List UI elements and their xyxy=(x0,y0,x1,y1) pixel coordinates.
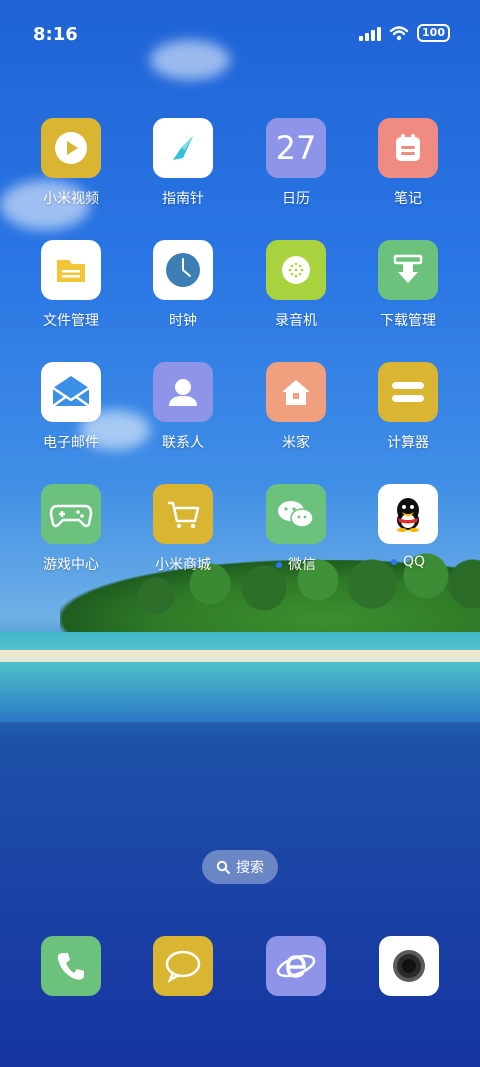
download-icon xyxy=(378,240,438,300)
app-game-center[interactable]: 游戏中心 xyxy=(15,484,127,574)
app-email[interactable]: 电子邮件 xyxy=(15,362,127,452)
calendar-day: 27 xyxy=(275,129,317,167)
shallow-water xyxy=(0,662,480,722)
app-label: QQ xyxy=(402,554,426,570)
phone-icon xyxy=(57,953,84,980)
app-wechat[interactable]: 微信 xyxy=(240,484,352,574)
app-label: 电子邮件 xyxy=(43,435,99,451)
app-compass[interactable]: 指南针 xyxy=(127,118,239,208)
app-label: 联系人 xyxy=(162,435,204,451)
new-indicator-dot xyxy=(390,559,397,565)
recorder-icon xyxy=(266,240,326,300)
dock-browser[interactable] xyxy=(266,936,326,996)
app-label-row: 微信 xyxy=(240,554,352,574)
browser-icon xyxy=(276,954,316,978)
app-calculator[interactable]: 计算器 xyxy=(352,362,464,452)
app-label: 游戏中心 xyxy=(43,557,99,573)
app-mi-home[interactable]: 米家 xyxy=(240,362,352,452)
compass-icon xyxy=(153,118,213,178)
app-calendar[interactable]: 27 日历 xyxy=(240,118,352,208)
camera-icon xyxy=(393,950,425,982)
app-mi-video[interactable]: 小米视频 xyxy=(15,118,127,208)
app-label: 笔记 xyxy=(394,191,422,207)
cart-icon xyxy=(153,484,213,544)
app-file-manager[interactable]: 文件管理 xyxy=(15,240,127,330)
play-icon xyxy=(41,118,101,178)
home-icon xyxy=(266,362,326,422)
app-mi-store[interactable]: 小米商城 xyxy=(127,484,239,574)
calendar-icon: 27 xyxy=(266,118,326,178)
app-label: 微信 xyxy=(288,557,316,573)
app-label: 录音机 xyxy=(275,313,317,329)
app-notes[interactable]: 笔记 xyxy=(352,118,464,208)
app-label: 计算器 xyxy=(387,435,429,451)
battery-icon: 100 xyxy=(417,24,450,42)
home-screen: 8:16 100 小米视频 指南针 27 日历 笔记 文件管理 时钟 录音机 下… xyxy=(0,0,480,1067)
app-clock[interactable]: 时钟 xyxy=(127,240,239,330)
clock-time: 8:16 xyxy=(33,24,78,45)
dock-phone[interactable] xyxy=(41,936,101,996)
app-download-manager[interactable]: 下载管理 xyxy=(352,240,464,330)
wifi-icon xyxy=(389,26,409,41)
status-icons: 100 xyxy=(359,24,450,42)
dock-messages[interactable] xyxy=(153,936,213,996)
search-pill[interactable]: 搜索 xyxy=(202,850,278,884)
gamepad-icon xyxy=(41,484,101,544)
message-icon xyxy=(165,950,201,983)
search-icon xyxy=(216,860,230,874)
app-label: 小米视频 xyxy=(43,191,99,207)
contact-icon xyxy=(153,362,213,422)
folder-icon xyxy=(41,240,101,300)
qq-icon xyxy=(378,484,438,544)
app-qq[interactable]: QQ xyxy=(352,484,464,570)
mail-icon xyxy=(41,362,101,422)
app-label: 米家 xyxy=(282,435,310,451)
app-label: 指南针 xyxy=(162,191,204,207)
status-bar: 8:16 100 xyxy=(0,0,480,68)
signal-icon xyxy=(359,25,382,41)
new-indicator-dot xyxy=(276,562,282,568)
app-label: 时钟 xyxy=(169,313,197,329)
dock-camera[interactable] xyxy=(379,936,439,996)
app-label: 文件管理 xyxy=(43,313,99,329)
app-label-row: QQ xyxy=(352,554,464,570)
app-recorder[interactable]: 录音机 xyxy=(240,240,352,330)
app-label: 下载管理 xyxy=(380,313,436,329)
app-label: 日历 xyxy=(282,191,310,207)
note-icon xyxy=(378,118,438,178)
calculator-icon xyxy=(378,362,438,422)
app-contacts[interactable]: 联系人 xyxy=(127,362,239,452)
wechat-icon xyxy=(266,484,326,544)
app-label: 小米商城 xyxy=(155,557,211,573)
search-label: 搜索 xyxy=(236,860,264,876)
clock-icon xyxy=(153,240,213,300)
